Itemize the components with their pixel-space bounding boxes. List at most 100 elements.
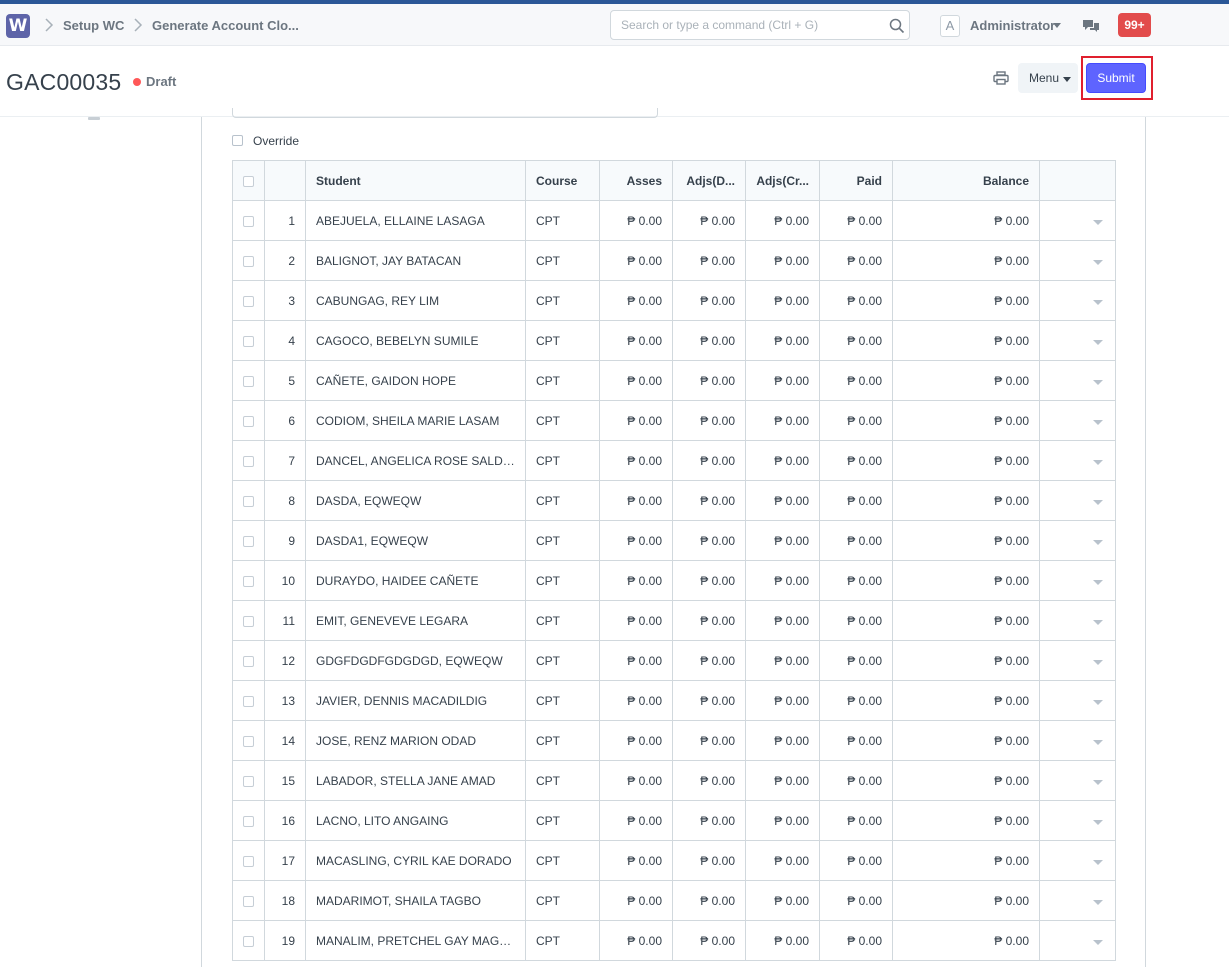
course-cell[interactable]: CPT (525, 360, 600, 401)
row-dropdown-icon[interactable] (1093, 779, 1103, 785)
paid-cell[interactable]: ₱ 0.00 (819, 880, 893, 921)
table-row[interactable]: 1 ABEJUELA, ELLAINE LASAGA CPT ₱ 0.00 ₱ … (232, 200, 1116, 241)
row-dropdown-icon[interactable] (1093, 659, 1103, 665)
adjs-credit-cell[interactable]: ₱ 0.00 (745, 520, 820, 561)
student-cell[interactable]: DASDA1, EQWEQW (305, 520, 526, 561)
student-cell[interactable]: CODIOM, SHEILA MARIE LASAM (305, 400, 526, 441)
adjs-debit-cell[interactable]: ₱ 0.00 (672, 560, 746, 601)
course-cell[interactable]: CPT (525, 560, 600, 601)
row-dropdown-icon[interactable] (1093, 499, 1103, 505)
student-cell[interactable]: MACASLING, CYRIL KAE DORADO (305, 840, 526, 881)
table-row[interactable]: 11 EMIT, GENEVEVE LEGARA CPT ₱ 0.00 ₱ 0.… (232, 600, 1116, 641)
student-cell[interactable]: CABUNGAG, REY LIM (305, 280, 526, 321)
balance-cell[interactable]: ₱ 0.00 (892, 920, 1040, 961)
paid-cell[interactable]: ₱ 0.00 (819, 240, 893, 281)
adjs-debit-cell[interactable]: ₱ 0.00 (672, 360, 746, 401)
course-cell[interactable]: CPT (525, 440, 600, 481)
adjs-debit-cell[interactable]: ₱ 0.00 (672, 320, 746, 361)
student-cell[interactable]: MADARIMOT, SHAILA TAGBO (305, 880, 526, 921)
paid-cell[interactable]: ₱ 0.00 (819, 320, 893, 361)
table-row[interactable]: 17 MACASLING, CYRIL KAE DORADO CPT ₱ 0.0… (232, 840, 1116, 881)
paid-cell[interactable]: ₱ 0.00 (819, 480, 893, 521)
adjs-credit-cell[interactable]: ₱ 0.00 (745, 760, 820, 801)
asses-cell[interactable]: ₱ 0.00 (599, 400, 673, 441)
student-cell[interactable]: ABEJUELA, ELLAINE LASAGA (305, 200, 526, 241)
row-dropdown-icon[interactable] (1093, 339, 1103, 345)
adjs-credit-cell[interactable]: ₱ 0.00 (745, 280, 820, 321)
course-cell[interactable]: CPT (525, 640, 600, 681)
row-checkbox[interactable] (243, 735, 254, 747)
paid-cell[interactable]: ₱ 0.00 (819, 680, 893, 721)
adjs-credit-cell[interactable]: ₱ 0.00 (745, 400, 820, 441)
balance-cell[interactable]: ₱ 0.00 (892, 440, 1040, 481)
adjs-debit-cell[interactable]: ₱ 0.00 (672, 880, 746, 921)
balance-cell[interactable]: ₱ 0.00 (892, 640, 1040, 681)
student-cell[interactable]: DASDA, EQWEQW (305, 480, 526, 521)
student-cell[interactable]: JOSE, RENZ MARION ODAD (305, 720, 526, 761)
adjs-debit-cell[interactable]: ₱ 0.00 (672, 520, 746, 561)
adjs-debit-cell[interactable]: ₱ 0.00 (672, 640, 746, 681)
adjs-credit-cell[interactable]: ₱ 0.00 (745, 360, 820, 401)
paid-cell[interactable]: ₱ 0.00 (819, 560, 893, 601)
balance-cell[interactable]: ₱ 0.00 (892, 280, 1040, 321)
student-cell[interactable]: MANALIM, PRETCHEL GAY MAGDA... (305, 920, 526, 961)
paid-cell[interactable]: ₱ 0.00 (819, 200, 893, 241)
row-checkbox[interactable] (243, 655, 254, 667)
notification-badge[interactable]: 99+ (1118, 13, 1151, 37)
override-checkbox[interactable] (232, 135, 243, 146)
chevron-down-icon[interactable] (1063, 77, 1071, 82)
asses-cell[interactable]: ₱ 0.00 (599, 800, 673, 841)
student-cell[interactable]: JAVIER, DENNIS MACADILDIG (305, 680, 526, 721)
row-checkbox[interactable] (243, 615, 254, 627)
row-dropdown-icon[interactable] (1093, 539, 1103, 545)
asses-cell[interactable]: ₱ 0.00 (599, 200, 673, 241)
table-row[interactable]: 14 JOSE, RENZ MARION ODAD CPT ₱ 0.00 ₱ 0… (232, 720, 1116, 761)
chat-icon[interactable] (1082, 19, 1100, 33)
paid-cell[interactable]: ₱ 0.00 (819, 400, 893, 441)
table-row[interactable]: 8 DASDA, EQWEQW CPT ₱ 0.00 ₱ 0.00 ₱ 0.00… (232, 480, 1116, 521)
table-row[interactable]: 5 CAÑETE, GAIDON HOPE CPT ₱ 0.00 ₱ 0.00 … (232, 360, 1116, 401)
submit-button[interactable]: Submit (1086, 63, 1146, 93)
select-all-checkbox[interactable] (243, 175, 254, 187)
adjs-debit-cell[interactable]: ₱ 0.00 (672, 480, 746, 521)
student-cell[interactable]: DURAYDO, HAIDEE CAÑETE (305, 560, 526, 601)
student-cell[interactable]: CAGOCO, BEBELYN SUMILE (305, 320, 526, 361)
course-cell[interactable]: CPT (525, 400, 600, 441)
printer-icon[interactable] (993, 71, 1009, 85)
balance-cell[interactable]: ₱ 0.00 (892, 520, 1040, 561)
row-dropdown-icon[interactable] (1093, 939, 1103, 945)
table-row[interactable]: 4 CAGOCO, BEBELYN SUMILE CPT ₱ 0.00 ₱ 0.… (232, 320, 1116, 361)
asses-cell[interactable]: ₱ 0.00 (599, 560, 673, 601)
course-cell[interactable]: CPT (525, 600, 600, 641)
table-row[interactable]: 9 DASDA1, EQWEQW CPT ₱ 0.00 ₱ 0.00 ₱ 0.0… (232, 520, 1116, 561)
row-checkbox[interactable] (243, 575, 254, 587)
student-cell[interactable]: DANCEL, ANGELICA ROSE SALDIVAR (305, 440, 526, 481)
adjs-credit-cell[interactable]: ₱ 0.00 (745, 880, 820, 921)
previous-field-input[interactable] (232, 108, 658, 118)
adjs-debit-cell[interactable]: ₱ 0.00 (672, 240, 746, 281)
paid-cell[interactable]: ₱ 0.00 (819, 360, 893, 401)
course-cell[interactable]: CPT (525, 240, 600, 281)
row-dropdown-icon[interactable] (1093, 819, 1103, 825)
breadcrumb-setup-wc[interactable]: Setup WC (63, 18, 124, 33)
adjs-credit-cell[interactable]: ₱ 0.00 (745, 800, 820, 841)
course-cell[interactable]: CPT (525, 800, 600, 841)
paid-cell[interactable]: ₱ 0.00 (819, 800, 893, 841)
adjs-credit-cell[interactable]: ₱ 0.00 (745, 920, 820, 961)
paid-cell[interactable]: ₱ 0.00 (819, 840, 893, 881)
breadcrumb-generate-account[interactable]: Generate Account Clo... (152, 18, 299, 33)
adjs-debit-cell[interactable]: ₱ 0.00 (672, 800, 746, 841)
student-cell[interactable]: GDGFDGDFGDGDGD, EQWEQW (305, 640, 526, 681)
row-checkbox[interactable] (243, 375, 254, 387)
row-dropdown-icon[interactable] (1093, 899, 1103, 905)
paid-cell[interactable]: ₱ 0.00 (819, 640, 893, 681)
student-cell[interactable]: BALIGNOT, JAY BATACAN (305, 240, 526, 281)
balance-cell[interactable]: ₱ 0.00 (892, 360, 1040, 401)
paid-cell[interactable]: ₱ 0.00 (819, 720, 893, 761)
search-icon[interactable] (889, 18, 905, 34)
balance-cell[interactable]: ₱ 0.00 (892, 240, 1040, 281)
adjs-credit-cell[interactable]: ₱ 0.00 (745, 640, 820, 681)
row-checkbox[interactable] (243, 895, 254, 907)
row-dropdown-icon[interactable] (1093, 579, 1103, 585)
student-cell[interactable]: LACNO, LITO ANGAING (305, 800, 526, 841)
